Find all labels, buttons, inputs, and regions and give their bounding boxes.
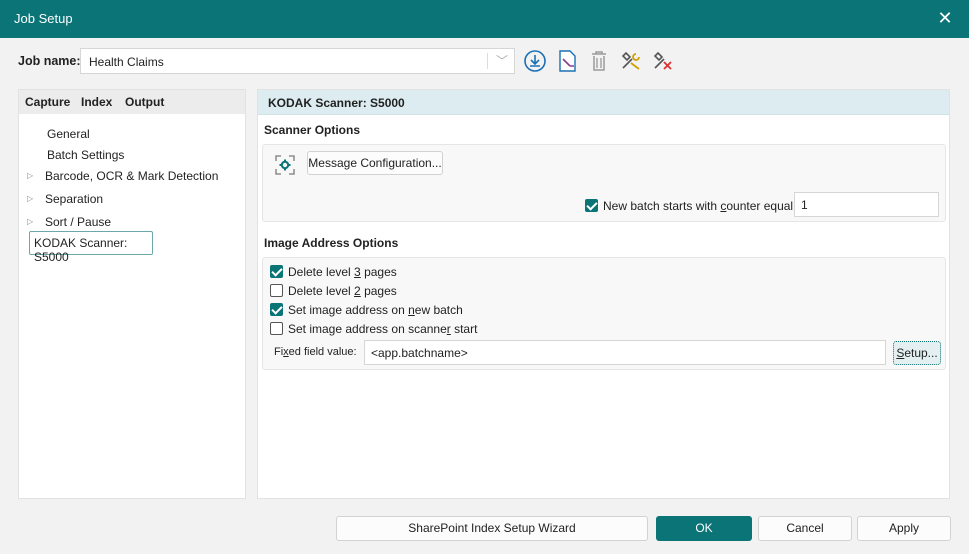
ok-button[interactable]: OK	[656, 516, 752, 541]
cancel-button[interactable]: Cancel	[758, 516, 852, 541]
counter-value-input[interactable]: 1	[794, 192, 939, 217]
delete-level-3-checkbox[interactable]	[270, 265, 283, 278]
image-address-group: Delete level 3 pages Delete level 2 page…	[262, 257, 946, 370]
new-batch-counter-checkbox[interactable]	[585, 199, 598, 212]
message-configuration-button[interactable]: Message Configuration...	[307, 151, 443, 175]
delete-level-2-label: Delete level 2 pages	[288, 284, 397, 298]
chevron-down-icon[interactable]: ﹀	[496, 52, 508, 69]
tree-item-barcode[interactable]: Barcode, OCR & Mark Detection	[45, 169, 218, 183]
tools-icon[interactable]	[618, 48, 644, 74]
trash-icon[interactable]	[586, 48, 612, 74]
job-name-label: Job name:	[18, 54, 81, 68]
job-name-value: Health Claims	[89, 55, 164, 69]
title-bar: Job Setup ✕	[0, 0, 969, 38]
tree-item-batch-settings[interactable]: Batch Settings	[47, 148, 124, 162]
delete-level-3-label: Delete level 3 pages	[288, 265, 397, 279]
left-panel: Capture Index Output General Batch Setti…	[18, 89, 246, 499]
expand-arrow-icon[interactable]: ▷	[27, 171, 33, 180]
tab-index[interactable]: Index	[81, 95, 112, 109]
window-title: Job Setup	[14, 11, 73, 26]
close-icon[interactable]: ✕	[935, 8, 955, 28]
tools-remove-icon[interactable]	[650, 48, 676, 74]
scanner-settings-icon	[275, 155, 295, 175]
new-batch-counter-label: New batch starts with counter equal to:	[603, 199, 810, 213]
panel-header: KODAK Scanner: S5000	[258, 90, 949, 115]
fixed-field-input[interactable]: <app.batchname>	[364, 340, 886, 365]
tab-bar: Capture Index Output	[19, 90, 245, 114]
tab-output[interactable]: Output	[125, 95, 164, 109]
sharepoint-wizard-button[interactable]: SharePoint Index Setup Wizard	[336, 516, 648, 541]
set-address-scanner-start-label: Set image address on scanner start	[288, 322, 478, 336]
expand-arrow-icon[interactable]: ▷	[27, 217, 33, 226]
delete-level-2-checkbox[interactable]	[270, 284, 283, 297]
download-icon[interactable]	[522, 48, 548, 74]
edit-document-icon[interactable]	[554, 48, 580, 74]
panel-header-title: KODAK Scanner: S5000	[268, 96, 405, 110]
job-name-combo[interactable]: Health Claims ﹀	[80, 48, 515, 74]
combo-separator	[487, 53, 488, 69]
set-address-new-batch-checkbox[interactable]	[270, 303, 283, 316]
apply-button[interactable]: Apply	[857, 516, 951, 541]
tree-item-general[interactable]: General	[47, 127, 90, 141]
scanner-options-group: Message Configuration... New batch start…	[262, 144, 946, 222]
tab-capture[interactable]: Capture	[25, 95, 70, 109]
set-address-new-batch-label: Set image address on new batch	[288, 303, 463, 317]
scanner-options-title: Scanner Options	[264, 123, 361, 137]
image-address-title: Image Address Options	[264, 236, 399, 250]
tree-item-kodak-scanner[interactable]: KODAK Scanner: S5000	[29, 231, 153, 264]
fixed-field-label: Fixed field value:	[274, 346, 357, 358]
setup-button[interactable]: Setup...	[893, 341, 941, 365]
set-address-scanner-start-checkbox[interactable]	[270, 322, 283, 335]
right-panel: KODAK Scanner: S5000 Scanner Options Mes…	[257, 89, 950, 499]
tree-item-separation[interactable]: Separation	[45, 192, 103, 206]
expand-arrow-icon[interactable]: ▷	[27, 194, 33, 203]
tree-item-sort-pause[interactable]: Sort / Pause	[45, 215, 111, 229]
